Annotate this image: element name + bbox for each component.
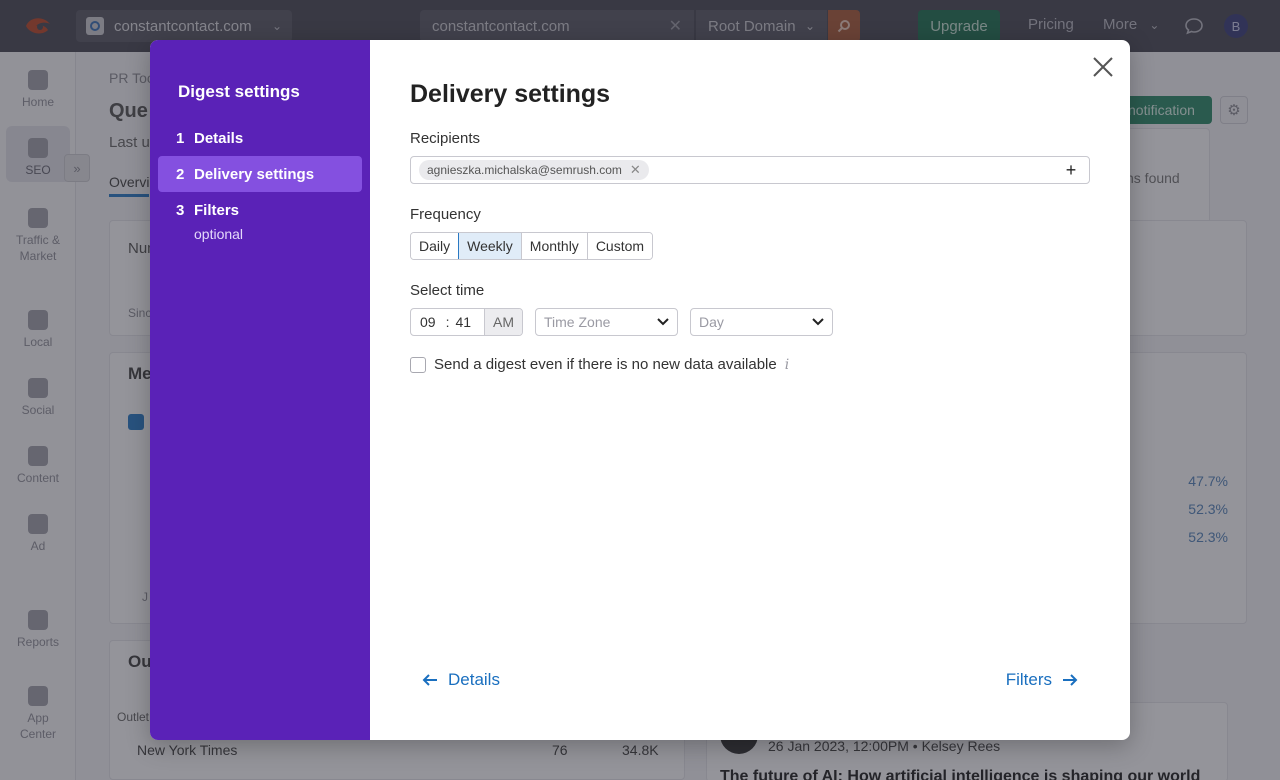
modal-sidebar-title: Digest settings [178, 82, 300, 101]
step-label: Filters [194, 201, 240, 219]
close-icon [1093, 57, 1113, 77]
timezone-select[interactable]: Time Zone [535, 308, 678, 336]
step-number: 2 [176, 165, 185, 183]
frequency-monthly-button[interactable]: Monthly [521, 233, 588, 259]
select-time-label: Select time [410, 282, 485, 299]
chevron-down-icon [812, 318, 824, 326]
modal-content: Delivery settings Recipients agnieszka.m… [370, 40, 1130, 740]
arrow-right-icon [1063, 674, 1078, 686]
step-label: Delivery settings [194, 165, 315, 183]
time-separator: : [445, 314, 450, 330]
info-icon[interactable]: i [785, 357, 789, 373]
next-label: Filters [1005, 670, 1052, 689]
back-to-details-button[interactable]: Details [422, 670, 500, 690]
modal-steps-sidebar: Digest settings 1 Details 2 Delivery set… [150, 40, 370, 740]
recipients-label: Recipients [410, 130, 481, 147]
ampm-toggle[interactable]: AM [484, 309, 522, 335]
recipient-email: agnieszka.michalska@semrush.com [427, 163, 622, 177]
empty-digest-option: Send a digest even if there is no new da… [410, 356, 789, 373]
frequency-label: Frequency [410, 206, 481, 223]
step-filters[interactable]: 3 Filters [158, 192, 362, 228]
recipients-input[interactable]: agnieszka.michalska@semrush.com ✕ + [410, 156, 1090, 184]
arrow-left-icon [422, 674, 437, 686]
frequency-custom-button[interactable]: Custom [587, 233, 653, 259]
step-label: Details [194, 129, 244, 147]
day-select[interactable]: Day [690, 308, 833, 336]
empty-digest-label[interactable]: Send a digest even if there is no new da… [434, 356, 777, 373]
plus-icon: + [1065, 159, 1077, 180]
frequency-weekly-button[interactable]: Weekly [458, 233, 523, 259]
timezone-placeholder: Time Zone [544, 314, 611, 330]
step-optional-note: optional [194, 226, 244, 242]
time-picker[interactable]: 09 : 41 AM [410, 308, 523, 336]
time-minute[interactable]: 41 [455, 314, 471, 330]
step-delivery-settings[interactable]: 2 Delivery settings [158, 156, 362, 192]
frequency-daily-button[interactable]: Daily [411, 233, 460, 259]
time-hour[interactable]: 09 [411, 314, 436, 330]
empty-digest-checkbox[interactable] [410, 356, 426, 373]
frequency-toggle-group: Daily Weekly Monthly Custom [410, 232, 654, 260]
step-details[interactable]: 1 Details [158, 120, 362, 156]
back-label: Details [448, 670, 500, 689]
close-modal-button[interactable] [1090, 54, 1116, 80]
add-recipient-button[interactable]: + [1061, 160, 1081, 180]
step-number: 1 [176, 129, 185, 147]
modal-title: Delivery settings [410, 80, 611, 108]
remove-recipient-icon[interactable]: ✕ [630, 162, 641, 178]
chevron-down-icon [657, 318, 669, 326]
recipient-chip: agnieszka.michalska@semrush.com ✕ [419, 160, 649, 180]
digest-settings-modal: Digest settings 1 Details 2 Delivery set… [150, 40, 1130, 740]
next-to-filters-button[interactable]: Filters [1006, 670, 1078, 690]
day-placeholder: Day [699, 314, 724, 330]
step-number: 3 [176, 201, 185, 219]
